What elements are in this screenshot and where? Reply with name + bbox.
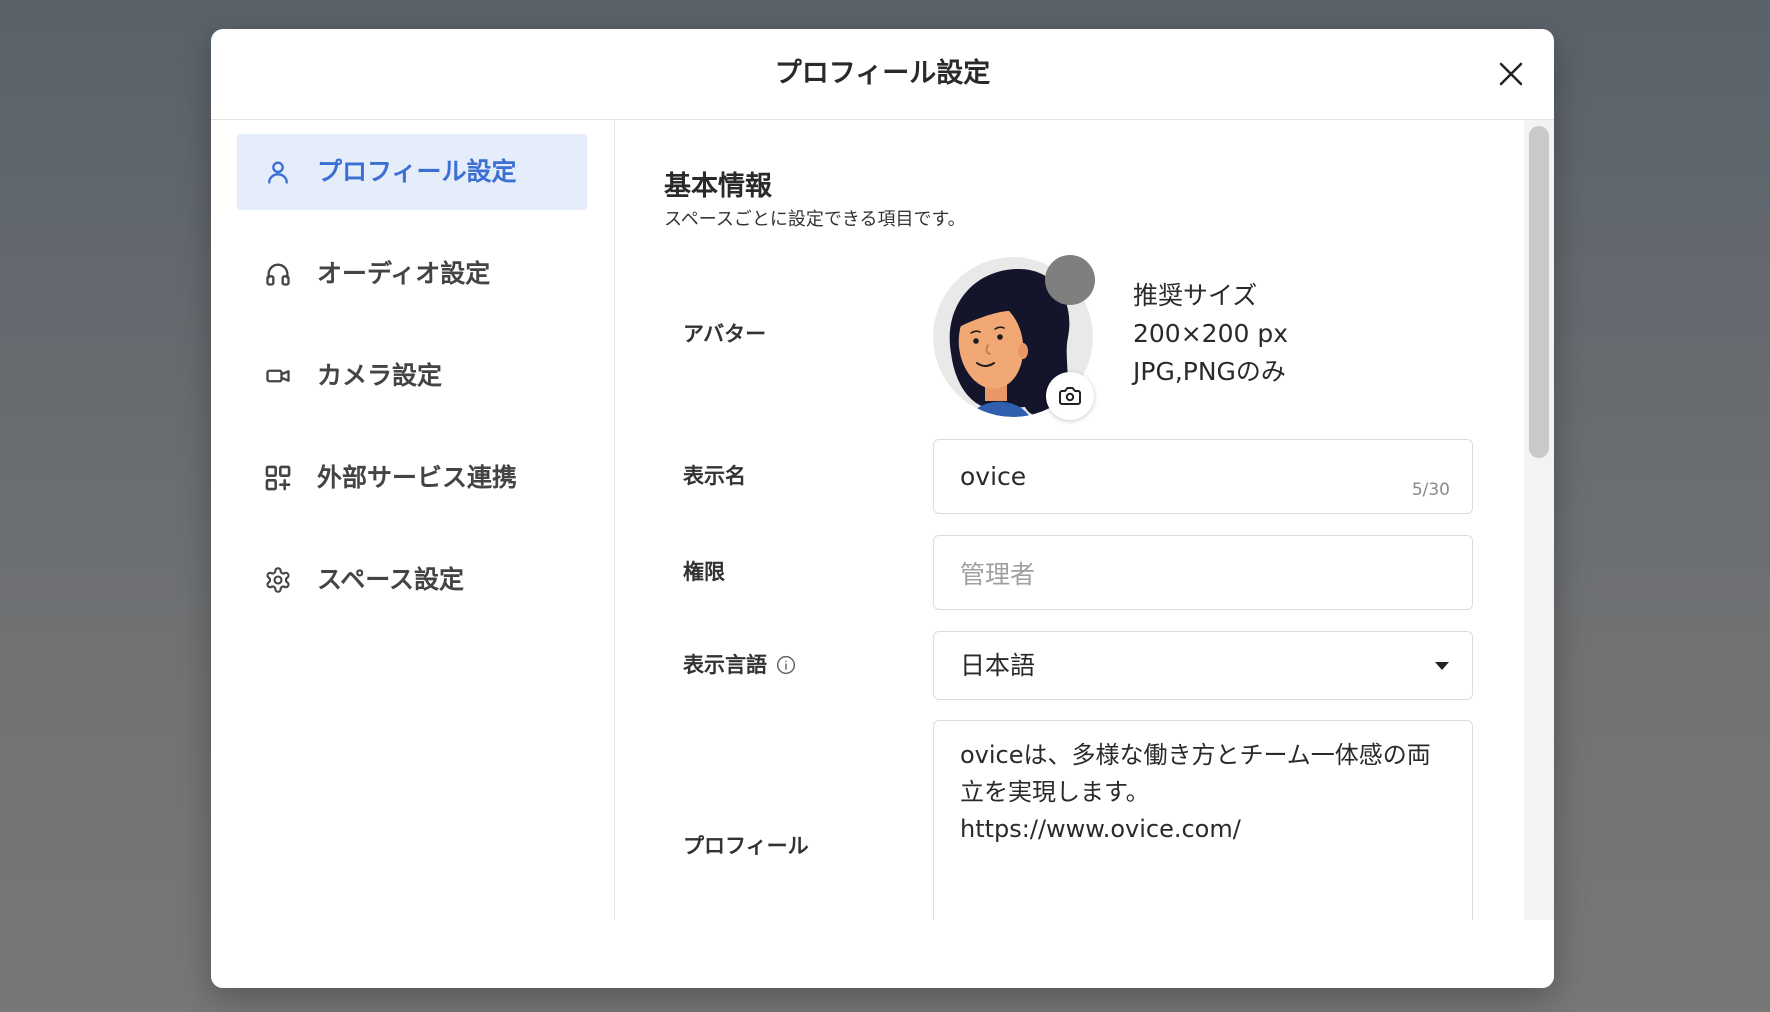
avatar-label-text: アバター bbox=[683, 322, 767, 346]
modal-header: プロフィール設定 bbox=[211, 29, 1554, 120]
apps-add-icon bbox=[264, 464, 292, 492]
avatar-upload-button[interactable] bbox=[1046, 372, 1094, 420]
language-label: 表示言語 bbox=[683, 651, 796, 679]
sidebar-item-camera[interactable]: カメラ設定 bbox=[237, 338, 587, 414]
role-label: 権限 bbox=[683, 558, 725, 586]
section-title: 基本情報 bbox=[664, 171, 772, 202]
sidebar-item-audio[interactable]: オーディオ設定 bbox=[237, 236, 587, 312]
video-camera-icon bbox=[264, 362, 292, 390]
profile-settings-modal: プロフィール設定 プロフィール設定 オーディオ設定 カメラ設定 外部サービス連携… bbox=[211, 29, 1554, 988]
profile-label-text: プロフィール bbox=[683, 834, 809, 858]
profile-text-line: https://www.ovice.com/ bbox=[960, 815, 1241, 843]
display-name-label-text: 表示名 bbox=[683, 464, 746, 488]
sidebar-item-label: 外部サービス連携 bbox=[317, 463, 518, 492]
sidebar-item-label: オーディオ設定 bbox=[317, 259, 491, 288]
profile-label: プロフィール bbox=[683, 832, 809, 860]
role-label-text: 権限 bbox=[683, 560, 725, 584]
display-name-label: 表示名 bbox=[683, 462, 746, 490]
language-select-value: 日本語 bbox=[960, 651, 1036, 680]
profile-text-line: 立を実現します。 bbox=[960, 778, 1150, 806]
sidebar-item-label: カメラ設定 bbox=[317, 361, 443, 390]
display-name-input[interactable] bbox=[960, 440, 1360, 513]
avatar-hint-line: JPG,PNGのみ bbox=[1133, 357, 1286, 386]
close-icon bbox=[1499, 62, 1523, 86]
avatar-hint: 推奨サイズ 200×200 px JPG,PNGのみ bbox=[1133, 277, 1288, 391]
avatar-label: アバター bbox=[683, 320, 766, 348]
modal-title: プロフィール設定 bbox=[774, 58, 991, 89]
headphones-icon bbox=[264, 260, 292, 288]
character-counter: 5/30 bbox=[1411, 480, 1450, 500]
language-select[interactable]: 日本語 bbox=[933, 631, 1473, 700]
gear-icon bbox=[264, 566, 292, 594]
scrollbar[interactable] bbox=[1524, 120, 1554, 920]
sidebar-item-label: スペース設定 bbox=[317, 565, 465, 594]
settings-sidebar: プロフィール設定 オーディオ設定 カメラ設定 外部サービス連携 スペース設定 bbox=[211, 120, 615, 920]
profile-text-line: oviceは、多様な働き方とチーム一体感の両 bbox=[960, 741, 1431, 769]
person-icon bbox=[264, 158, 292, 186]
section-subtitle: スペースごとに設定できる項目です。 bbox=[664, 209, 966, 230]
avatar-hint-line: 200×200 px bbox=[1133, 319, 1288, 348]
avatar-hint-line: 推奨サイズ bbox=[1133, 281, 1258, 310]
profile-textarea[interactable]: oviceは、多様な働き方とチーム一体感の両 立を実現します。 https://… bbox=[933, 720, 1473, 920]
display-name-field[interactable]: 5/30 bbox=[933, 439, 1473, 514]
sidebar-item-integrations[interactable]: 外部サービス連携 bbox=[237, 440, 587, 516]
settings-content: 基本情報 スペースごとに設定できる項目です。 アバター 推奨サイズ 200×20… bbox=[615, 120, 1524, 920]
sidebar-item-space-settings[interactable]: スペース設定 bbox=[237, 542, 587, 618]
scrollbar-thumb[interactable] bbox=[1529, 126, 1549, 458]
chevron-down-icon bbox=[1435, 662, 1449, 670]
language-label-text: 表示言語 bbox=[683, 653, 767, 677]
info-icon[interactable] bbox=[776, 655, 796, 675]
camera-icon bbox=[1059, 387, 1081, 405]
modal-body: プロフィール設定 オーディオ設定 カメラ設定 外部サービス連携 スペース設定 基… bbox=[211, 120, 1554, 920]
status-dot bbox=[1045, 255, 1095, 305]
sidebar-item-label: プロフィール設定 bbox=[317, 157, 517, 186]
close-button[interactable] bbox=[1490, 53, 1532, 95]
role-field bbox=[933, 535, 1473, 610]
role-input bbox=[960, 536, 1360, 609]
sidebar-item-profile[interactable]: プロフィール設定 bbox=[237, 134, 587, 210]
modal-footer bbox=[211, 920, 1554, 988]
